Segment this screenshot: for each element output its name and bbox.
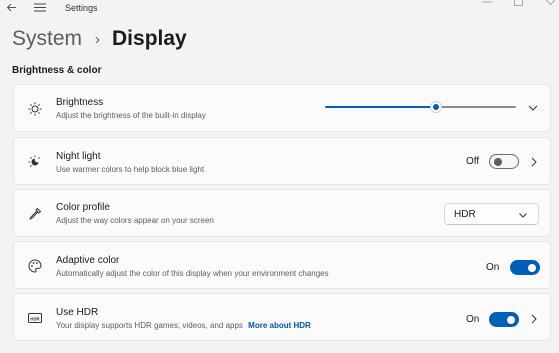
night-light-state-label: Off [466, 156, 480, 167]
brightness-slider-thumb[interactable] [429, 101, 442, 113]
breadcrumb-separator: › [95, 30, 101, 48]
brightness-title: Brightness [56, 97, 104, 108]
night-light-toggle[interactable] [489, 154, 519, 169]
night-light-title: Night light [56, 151, 101, 162]
adaptive-color-title: Adaptive color [56, 255, 120, 266]
use-hdr-title: Use HDR [56, 307, 99, 318]
chevron-right-icon[interactable] [529, 157, 539, 167]
brightness-slider-track[interactable] [435, 106, 516, 108]
section-title: Brightness & color [12, 65, 102, 76]
use-hdr-toggle[interactable] [489, 312, 519, 327]
hdr-icon: HDR [28, 311, 42, 325]
chevron-down-icon [518, 210, 528, 220]
back-arrow-icon[interactable] [3, 0, 19, 14]
use-hdr-description: Your display supports HDR games, videos,… [56, 321, 243, 330]
minimize-icon[interactable] [479, 0, 495, 4]
color-profile-card: Color profile Adjust the way colors appe… [13, 189, 551, 237]
hamburger-menu-icon[interactable] [32, 0, 48, 14]
breadcrumb: System › Display [12, 24, 187, 54]
color-profile-selected-value: HDR [454, 209, 476, 220]
use-hdr-description-row: Your display supports HDR games, videos,… [56, 321, 311, 330]
close-icon[interactable] [543, 0, 557, 5]
use-hdr-state-label: On [466, 314, 480, 325]
breadcrumb-parent-system[interactable]: System [12, 27, 82, 51]
toggle-knob [507, 315, 515, 324]
brightness-slider-fill [325, 106, 436, 108]
chevron-down-icon[interactable] [528, 103, 538, 113]
maximize-icon[interactable] [511, 0, 525, 6]
color-profile-description: Adjust the way colors appear on your scr… [56, 216, 214, 225]
adaptive-color-card: Adaptive color Automatically adjust the … [13, 241, 551, 289]
color-profile-dropdown[interactable]: HDR [444, 203, 539, 225]
title-bar: Settings [0, 0, 559, 16]
chevron-right-icon[interactable] [529, 314, 539, 324]
adaptive-color-description: Automatically adjust the color of this d… [56, 269, 329, 278]
app-title: Settings [65, 3, 98, 13]
adaptive-color-state-label: On [486, 262, 500, 273]
sun-icon [28, 102, 42, 116]
night-light-description: Use warmer colors to help block blue lig… [56, 165, 205, 174]
night-light-icon [28, 155, 42, 169]
svg-text:HDR: HDR [30, 316, 40, 321]
palette-icon [28, 259, 42, 273]
toggle-knob [528, 263, 536, 272]
brightness-card[interactable]: Brightness Adjust the brightness of the … [13, 84, 551, 132]
brightness-description: Adjust the brightness of the built-in di… [56, 111, 206, 120]
adaptive-color-toggle[interactable] [510, 260, 540, 275]
use-hdr-card[interactable]: HDR Use HDR Your display supports HDR ga… [13, 293, 551, 341]
night-light-card[interactable]: Night light Use warmer colors to help bl… [13, 137, 551, 185]
toggle-knob [494, 158, 502, 166]
more-about-hdr-link[interactable]: More about HDR [248, 321, 311, 330]
eyedropper-icon [28, 207, 42, 221]
page-title: Display [112, 27, 187, 50]
color-profile-title: Color profile [56, 202, 110, 213]
